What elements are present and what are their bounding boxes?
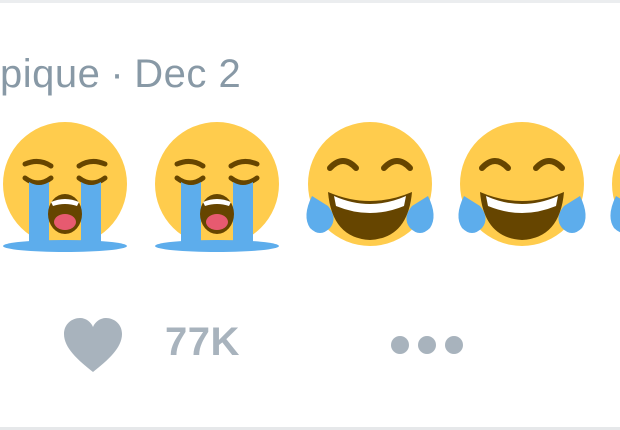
- loudly-crying-face-icon: [0, 118, 135, 258]
- tweet-card: pique · Dec 2 77K: [0, 0, 620, 430]
- meta-separator: ·: [110, 52, 125, 96]
- like-button[interactable]: [58, 310, 128, 380]
- like-count[interactable]: 77K: [165, 320, 240, 365]
- top-divider: [0, 0, 620, 3]
- tweet-text-emojis: [0, 118, 620, 258]
- more-dots-icon: [391, 336, 463, 354]
- face-with-tears-of-joy-icon: [604, 118, 620, 258]
- heart-icon: [64, 318, 122, 372]
- tweet-date[interactable]: Dec 2: [134, 52, 241, 96]
- loudly-crying-face-icon: [147, 118, 287, 258]
- face-with-tears-of-joy-icon: [452, 118, 592, 258]
- tweet-meta: pique · Dec 2: [0, 52, 241, 97]
- face-with-tears-of-joy-icon: [300, 118, 440, 258]
- more-options-button[interactable]: [385, 328, 475, 362]
- author-handle[interactable]: pique: [0, 52, 100, 96]
- tweet-actions: 77K: [0, 310, 620, 380]
